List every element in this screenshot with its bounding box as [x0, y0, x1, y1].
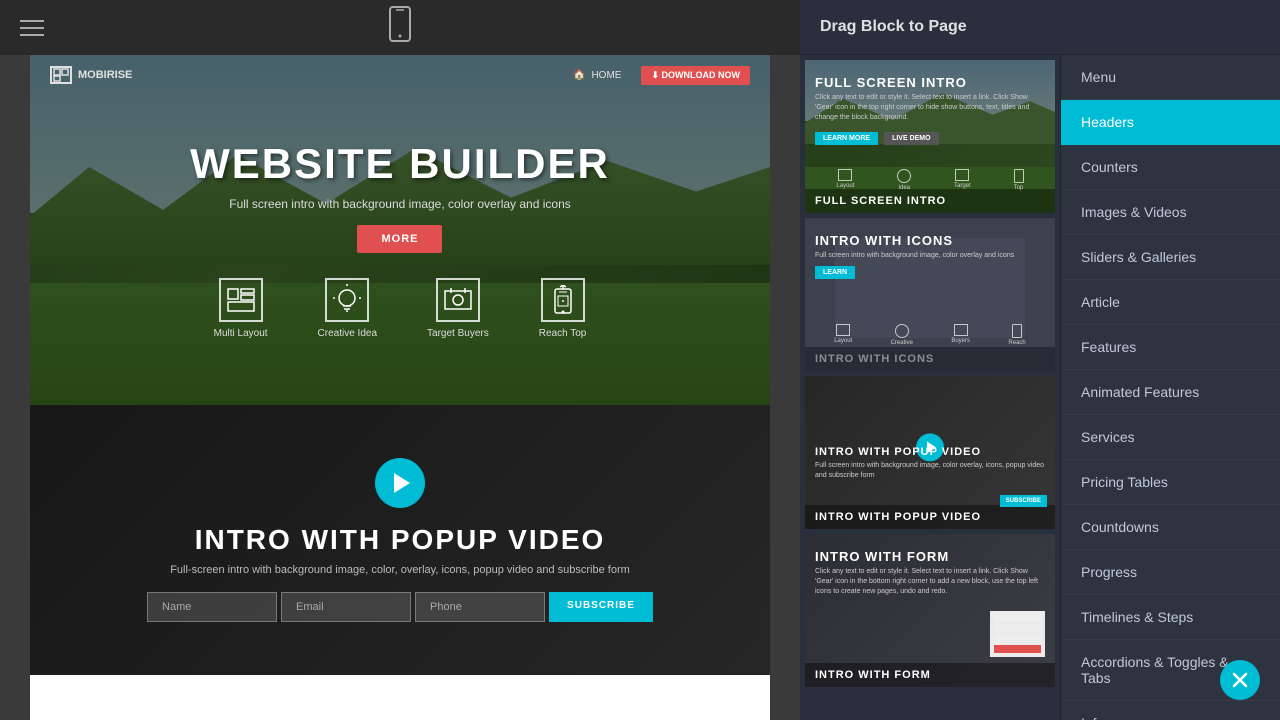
thumb1-sub: Click any text to edit or style it. Sele…	[815, 93, 1045, 122]
multi-layout-label: Multi Layout	[214, 328, 268, 339]
thumb2-title: INTRO WITH ICONS	[815, 233, 1045, 248]
thumb2-icon4: Reach	[1008, 324, 1025, 346]
logo-icon	[50, 66, 72, 84]
preview-panel: MOBIRISE 🏠 HOME ⬇ DOWNLOAD NOW WEBSITE B…	[0, 0, 800, 720]
thumb1-label: FULL SCREEN INTRO	[805, 189, 1055, 213]
block-intro-with-form[interactable]: INTRO WITH FORM Click any text to edit o…	[805, 534, 1055, 687]
thumb1-title: FULL SCREEN INTRO	[815, 75, 1045, 90]
thumb3-title: INTRO WITH POPUP VIDEO	[815, 446, 1045, 458]
thumb2-icon1: Layout	[834, 324, 852, 346]
thumb4-form	[990, 611, 1045, 657]
close-button[interactable]	[1220, 660, 1260, 700]
nav-item-features[interactable]: Features	[1061, 325, 1280, 370]
thumb1-icon1: Layout	[836, 169, 854, 191]
thumb4-sub: Click any text to edit or style it. Sele…	[815, 567, 1045, 596]
blocks-column: FULL SCREEN INTRO Click any text to edit…	[800, 55, 1060, 720]
nav-item-pricing-tables[interactable]: Pricing Tables	[1061, 460, 1280, 505]
thumb3-sub: Full screen intro with background image,…	[815, 461, 1045, 481]
nav-home-link[interactable]: 🏠 HOME	[573, 70, 621, 81]
thumb2-icon2: Creative	[891, 324, 913, 346]
block-full-screen-intro[interactable]: FULL SCREEN INTRO Click any text to edit…	[805, 60, 1055, 213]
target-buyers-label: Target Buyers	[427, 328, 489, 339]
thumb4-title: INTRO WITH FORM	[815, 549, 1045, 564]
thumb4-label: INTRO WITH FORM	[805, 663, 1055, 687]
thumb3-label: INTRO WITH POPUP VIDEO	[805, 505, 1055, 529]
thumb1-icon2: Idea	[897, 169, 911, 191]
nav-item-images-videos[interactable]: Images & Videos	[1061, 190, 1280, 235]
right-panel: Drag Block to Page FULL SCREEN INTRO Cli…	[800, 0, 1280, 720]
video-section: INTRO WITH POPUP VIDEO Full-screen intro…	[30, 405, 770, 675]
creative-idea-icon	[325, 278, 369, 322]
video-section-title: INTRO WITH POPUP VIDEO	[195, 524, 606, 556]
hero-content: WEBSITE BUILDER Full screen intro with b…	[190, 141, 610, 253]
top-bar	[0, 0, 800, 55]
thumb2-icon3: Buyers	[951, 324, 970, 346]
nav-item-sliders-galleries[interactable]: Sliders & Galleries	[1061, 235, 1280, 280]
form-phone-input[interactable]	[415, 592, 545, 622]
hero-icon-creative-idea: Creative Idea	[318, 278, 377, 339]
nav-item-progress[interactable]: Progress	[1061, 550, 1280, 595]
nav-item-services[interactable]: Services	[1061, 415, 1280, 460]
hero-icon-target-buyers: Target Buyers	[427, 278, 489, 339]
preview-content: MOBIRISE 🏠 HOME ⬇ DOWNLOAD NOW WEBSITE B…	[30, 55, 770, 720]
subscribe-form: SUBSCRIBE	[147, 592, 653, 622]
hero-nav-links: 🏠 HOME ⬇ DOWNLOAD NOW	[573, 66, 750, 85]
thumb1-learn-btn[interactable]: LEARN MORE	[815, 132, 878, 145]
form-email-input[interactable]	[281, 592, 411, 622]
video-section-subtitle: Full-screen intro with background image,…	[170, 564, 630, 576]
reach-top-label: Reach Top	[539, 328, 587, 339]
target-buyers-icon	[436, 278, 480, 322]
hero-features-icons: Multi Layout Creati	[214, 278, 587, 339]
block-intro-with-icons[interactable]: INTRO WITH ICONS Full screen intro with …	[805, 218, 1055, 371]
form-name-input[interactable]	[147, 592, 277, 622]
hamburger-icon[interactable]	[20, 20, 44, 36]
hero-more-button[interactable]: MORE	[357, 225, 442, 253]
hero-nav: MOBIRISE 🏠 HOME ⬇ DOWNLOAD NOW	[30, 55, 770, 95]
panel-body: FULL SCREEN INTRO Click any text to edit…	[800, 55, 1280, 720]
creative-idea-label: Creative Idea	[318, 328, 377, 339]
nav-column: Menu Headers Counters Images & Videos Sl…	[1060, 55, 1280, 720]
thumb1-live-btn[interactable]: LIVE DEMO	[884, 132, 939, 145]
thumb2-sub: Full screen intro with background image,…	[815, 251, 1045, 261]
video-play-button[interactable]	[375, 458, 425, 508]
hero-icon-reach-top: Reach Top	[539, 278, 587, 339]
thumb1-icon3: Target	[954, 169, 971, 191]
nav-download-btn[interactable]: ⬇ DOWNLOAD NOW	[641, 66, 750, 85]
phone-device-icon[interactable]	[388, 6, 412, 49]
nav-item-info[interactable]: Info	[1061, 701, 1280, 720]
nav-item-article[interactable]: Article	[1061, 280, 1280, 325]
panel-header: Drag Block to Page	[800, 0, 1280, 55]
multi-layout-icon	[219, 278, 263, 322]
subscribe-button[interactable]: SUBSCRIBE	[549, 592, 653, 622]
hero-subtitle: Full screen intro with background image,…	[190, 197, 610, 211]
thumb2-btn[interactable]: LEARN	[815, 266, 855, 279]
hero-title: WEBSITE BUILDER	[190, 141, 610, 187]
reach-top-icon	[541, 278, 585, 322]
hero-section: MOBIRISE 🏠 HOME ⬇ DOWNLOAD NOW WEBSITE B…	[30, 55, 770, 405]
site-logo: MOBIRISE	[50, 66, 132, 84]
hero-icon-multi-layout: Multi Layout	[214, 278, 268, 339]
nav-item-countdowns[interactable]: Countdowns	[1061, 505, 1280, 550]
nav-item-counters[interactable]: Counters	[1061, 145, 1280, 190]
block-intro-popup-video[interactable]: INTRO WITH POPUP VIDEO Full screen intro…	[805, 376, 1055, 529]
thumb1-icon4: Top	[1014, 169, 1024, 191]
nav-item-menu[interactable]: Menu	[1061, 55, 1280, 100]
nav-item-animated-features[interactable]: Animated Features	[1061, 370, 1280, 415]
nav-item-headers[interactable]: Headers	[1061, 100, 1280, 145]
panel-title: Drag Block to Page	[820, 18, 967, 36]
nav-item-timelines-steps[interactable]: Timelines & Steps	[1061, 595, 1280, 640]
